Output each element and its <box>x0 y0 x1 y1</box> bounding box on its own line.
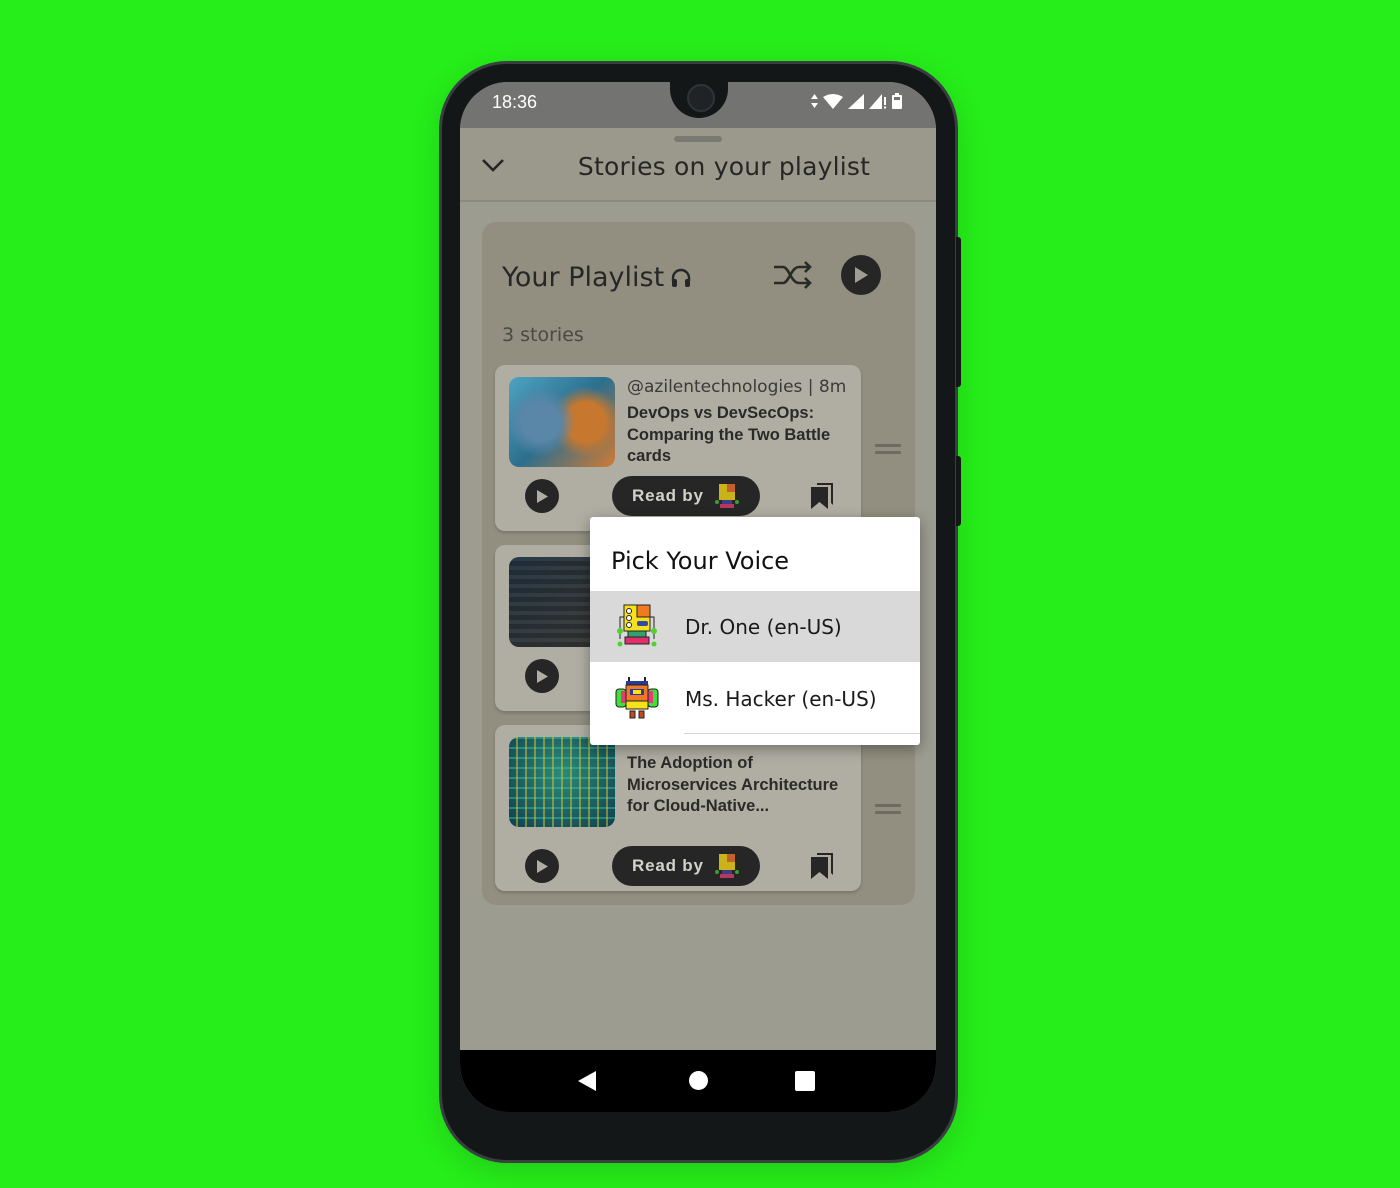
read-by-label: Read by <box>632 856 704 875</box>
bookmarks-icon[interactable] <box>811 483 833 509</box>
divider <box>684 733 920 734</box>
story-count: 3 stories <box>502 324 584 346</box>
battery-icon <box>892 93 902 109</box>
story-play-button[interactable] <box>525 479 559 513</box>
recents-icon[interactable] <box>795 1071 815 1091</box>
story-play-button[interactable] <box>525 849 559 883</box>
divider <box>684 661 920 662</box>
voice-option-label: Ms. Hacker (en-US) <box>685 687 877 711</box>
signal-no-data-icon <box>869 93 886 109</box>
play-all-button[interactable] <box>841 255 881 295</box>
play-icon <box>536 669 548 683</box>
voice-option-dr-one[interactable]: Dr. One (en-US) <box>590 591 920 662</box>
back-icon[interactable] <box>578 1071 596 1091</box>
reorder-handle[interactable] <box>875 444 901 456</box>
signal-icon <box>848 93 864 109</box>
status-icons <box>811 93 902 109</box>
voice-picker-menu: Pick Your Voice Dr. One (en-US) Ms. Hack… <box>590 517 920 745</box>
camera-notch <box>670 82 728 118</box>
sheet-title: Stories on your playlist <box>577 152 871 181</box>
status-bar: 18:36 <box>460 82 936 128</box>
navigation-bar <box>460 1050 936 1112</box>
play-icon <box>536 859 548 873</box>
robot-avatar-icon <box>714 484 739 508</box>
voice-picker-title: Pick Your Voice <box>611 547 790 575</box>
story-play-button[interactable] <box>525 659 559 693</box>
robot-ms-hacker-icon <box>615 677 659 719</box>
robot-avatar-icon <box>714 854 739 878</box>
voice-option-label: Dr. One (en-US) <box>685 615 842 639</box>
story-card[interactable]: @azilentechnologies | 8m DevOps vs DevSe… <box>495 365 861 531</box>
wifi-icon <box>823 93 843 109</box>
story-thumbnail <box>509 377 615 467</box>
status-time: 18:36 <box>492 92 538 112</box>
sheet-header: Stories on your playlist <box>460 128 936 202</box>
read-by-button[interactable]: Read by <box>612 846 760 886</box>
read-by-button[interactable]: Read by <box>612 476 760 516</box>
headphones-icon <box>671 268 691 287</box>
robot-dr-one-icon <box>617 604 657 647</box>
story-headline[interactable]: DevOps vs DevSecOps: Comparing the Two B… <box>627 403 853 468</box>
shuffle-icon[interactable] <box>772 258 814 292</box>
playlist-title-text: Your Playlist <box>502 262 665 293</box>
bookmarks-icon[interactable] <box>811 853 833 879</box>
read-by-label: Read by <box>632 486 704 505</box>
play-icon <box>855 267 868 283</box>
screen: 18:36 Stories on your playlist Your Play… <box>460 82 936 1112</box>
story-thumbnail <box>509 737 615 827</box>
playlist-title: Your Playlist <box>502 262 692 293</box>
data-arrows-icon <box>811 94 818 108</box>
play-icon <box>536 489 548 503</box>
story-meta: @azilentechnologies | 8m <box>627 377 847 397</box>
home-icon[interactable] <box>689 1071 708 1090</box>
power-button <box>956 237 961 387</box>
reorder-handle[interactable] <box>875 804 901 816</box>
story-card[interactable]: The Adoption of Microservices Architectu… <box>495 725 861 891</box>
drag-handle-bar[interactable] <box>674 136 722 142</box>
story-headline[interactable]: The Adoption of Microservices Architectu… <box>627 753 853 818</box>
voice-option-ms-hacker[interactable]: Ms. Hacker (en-US) <box>590 663 920 734</box>
volume-button <box>956 456 961 526</box>
